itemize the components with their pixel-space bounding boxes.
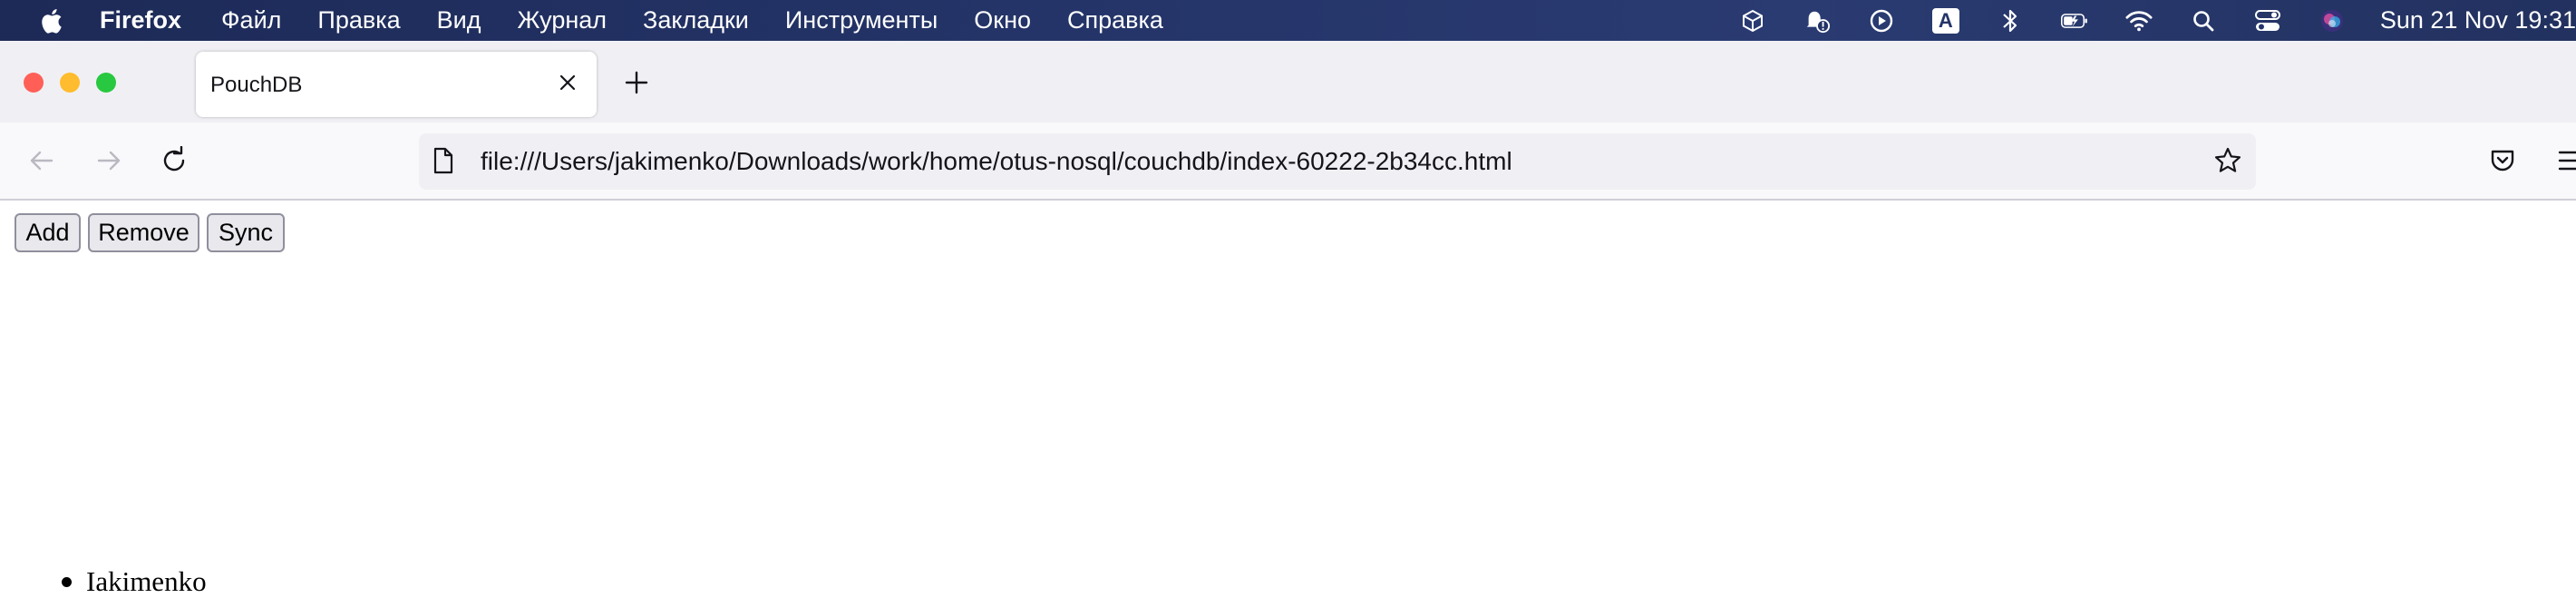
url-text[interactable]: file:///Users/jakimenko/Downloads/work/h… bbox=[481, 147, 1512, 176]
control-center-icon[interactable] bbox=[2254, 7, 2281, 34]
list-item-text: Iakimenko bbox=[86, 565, 207, 597]
menu-tools[interactable]: Инструменты bbox=[785, 6, 938, 34]
reload-icon[interactable] bbox=[160, 145, 189, 175]
dropbox-icon[interactable] bbox=[1739, 7, 1766, 34]
spotlight-search-icon[interactable] bbox=[2190, 7, 2217, 34]
menu-bar-status-area: A Sun 21 Nov 19:31 bbox=[1702, 0, 2576, 41]
wifi-icon[interactable] bbox=[2125, 7, 2153, 34]
sync-button[interactable]: Sync bbox=[207, 213, 285, 252]
menu-bar-clock[interactable]: Sun 21 Nov 19:31 bbox=[2380, 6, 2576, 34]
window-minimize-button[interactable] bbox=[60, 73, 80, 93]
tab-pouchdb[interactable]: PouchDB bbox=[196, 52, 597, 117]
macos-menu-bar: Firefox Файл Правка Вид Журнал Закладки … bbox=[0, 0, 2576, 41]
keyboard-input-a-icon[interactable]: A bbox=[1931, 7, 1959, 34]
menu-view[interactable]: Вид bbox=[437, 6, 481, 34]
list-bullet bbox=[62, 577, 72, 587]
menu-window[interactable]: Окно bbox=[974, 6, 1031, 34]
battery-charging-icon[interactable] bbox=[2060, 7, 2088, 34]
window-zoom-button[interactable] bbox=[96, 73, 116, 93]
window-close-button[interactable] bbox=[24, 73, 44, 93]
menu-file[interactable]: Файл bbox=[221, 6, 281, 34]
new-tab-plus-icon[interactable] bbox=[624, 70, 649, 95]
menu-app-firefox[interactable]: Firefox bbox=[100, 6, 181, 34]
notification-bell-icon[interactable] bbox=[1803, 7, 1831, 34]
keyboard-input-letter: A bbox=[1931, 7, 1959, 34]
pocket-icon[interactable] bbox=[2489, 147, 2516, 174]
bluetooth-icon[interactable] bbox=[1997, 7, 2024, 34]
play-circle-icon[interactable] bbox=[1868, 7, 1895, 34]
menu-history[interactable]: Журнал bbox=[518, 6, 608, 34]
tab-close-icon[interactable] bbox=[557, 72, 578, 93]
tab-title: PouchDB bbox=[210, 73, 303, 97]
siri-icon[interactable] bbox=[2318, 7, 2346, 34]
back-arrow-icon[interactable] bbox=[27, 146, 56, 175]
page-document-icon[interactable] bbox=[432, 147, 455, 174]
menu-bookmarks[interactable]: Закладки bbox=[643, 6, 749, 34]
bookmark-star-icon[interactable] bbox=[2213, 146, 2242, 175]
remove-button[interactable]: Remove bbox=[88, 213, 199, 252]
menu-edit[interactable]: Правка bbox=[317, 6, 400, 34]
page-content bbox=[0, 201, 2576, 452]
add-button[interactable]: Add bbox=[15, 213, 81, 252]
menu-hamburger-icon[interactable] bbox=[2558, 149, 2576, 172]
apple-logo-icon[interactable] bbox=[38, 8, 63, 34]
forward-arrow-icon[interactable] bbox=[94, 146, 123, 175]
menu-help[interactable]: Справка bbox=[1067, 6, 1163, 34]
